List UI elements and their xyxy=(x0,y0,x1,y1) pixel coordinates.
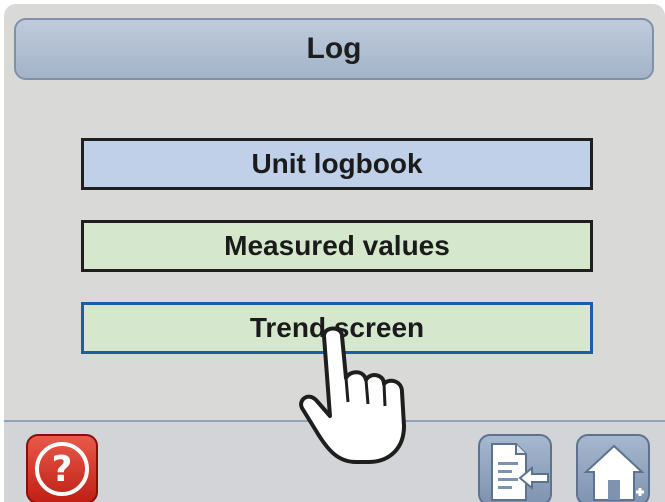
measured-values-button[interactable]: Measured values xyxy=(81,220,593,272)
log-screen: Log Unit logbook Measured values Trend s… xyxy=(4,4,665,502)
home-button[interactable] xyxy=(576,434,650,502)
export-icon xyxy=(491,443,549,501)
pointing-hand-icon xyxy=(299,326,406,464)
help-button[interactable]: ? xyxy=(26,434,98,502)
export-button[interactable] xyxy=(478,434,552,502)
home-icon xyxy=(583,444,645,501)
help-icon: ? xyxy=(35,442,89,496)
page-title: Log xyxy=(306,32,362,65)
title-bar: Log xyxy=(14,18,654,80)
unit-logbook-button[interactable]: Unit logbook xyxy=(81,138,593,190)
